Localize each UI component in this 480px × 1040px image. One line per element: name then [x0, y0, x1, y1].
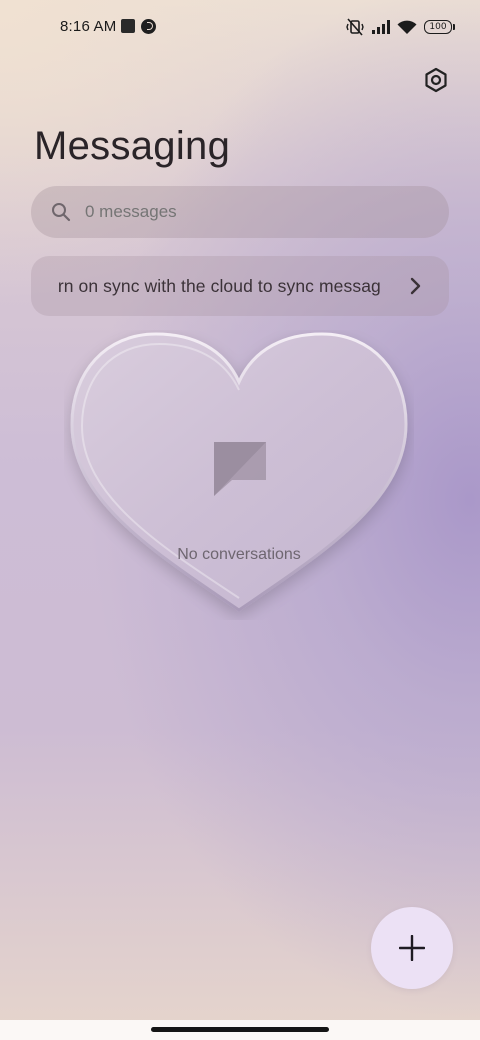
- notification-app-icon: [141, 19, 156, 34]
- sync-banner-label: urn on sync with the cloud to sync messa…: [58, 276, 381, 296]
- chevron-right-icon: [407, 276, 425, 296]
- sync-banner[interactable]: urn on sync with the cloud to sync messa…: [31, 256, 449, 316]
- home-indicator[interactable]: [151, 1027, 329, 1032]
- sync-banner-text: urn on sync with the cloud to sync messa…: [58, 276, 393, 297]
- signal-icon: [372, 20, 390, 34]
- wifi-icon: [397, 20, 417, 34]
- search-bar[interactable]: [31, 186, 449, 238]
- empty-state: No conversations: [64, 330, 414, 620]
- notification-square-icon: [121, 19, 135, 33]
- status-time: 8:16 AM: [60, 18, 117, 35]
- status-bar: 8:16 AM 100: [0, 0, 480, 56]
- battery-icon: 100: [424, 20, 455, 34]
- settings-button[interactable]: [418, 62, 454, 98]
- chat-bubble-icon: [214, 442, 266, 496]
- empty-state-text: No conversations: [177, 546, 301, 563]
- vibrate-off-icon: [346, 18, 364, 36]
- search-icon: [51, 202, 71, 222]
- search-input[interactable]: [83, 201, 387, 223]
- page-title: Messaging: [34, 124, 231, 168]
- status-icons: 100: [345, 17, 455, 37]
- new-message-button[interactable]: [371, 907, 453, 989]
- plus-icon: [399, 935, 425, 961]
- navigation-bar: [0, 1020, 480, 1040]
- gear-icon: [425, 67, 447, 93]
